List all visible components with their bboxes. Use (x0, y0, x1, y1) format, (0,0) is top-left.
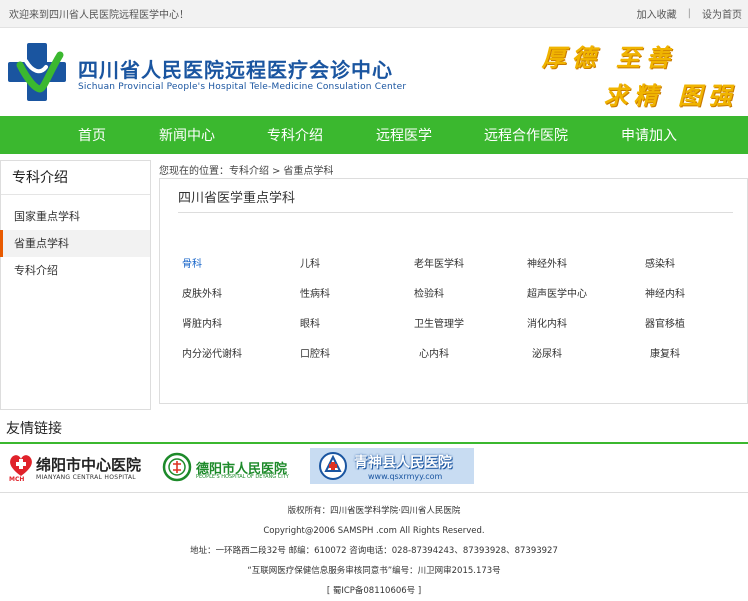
dept-link[interactable]: 老年医学科 (414, 255, 464, 270)
friend-link-deyang[interactable]: 德阳市人民医院 PEOPLE'S HOSPITAL OF DEYANG CITY (162, 450, 292, 486)
dept-link[interactable]: 心内科 (419, 345, 449, 360)
top-link-separator: | (687, 8, 691, 19)
site-title-en: Sichuan Provincial People's Hospital Tel… (78, 82, 407, 92)
mianyang-mark: MCH (9, 476, 25, 483)
dept-link[interactable]: 皮肤外科 (182, 285, 222, 300)
dept-link[interactable]: 消化内科 (527, 315, 567, 330)
dept-link[interactable]: 眼科 (300, 315, 320, 330)
footer-icp[interactable]: [ 蜀ICP备08110606号 ] (0, 581, 748, 601)
nav-departments[interactable]: 专科介绍 (267, 125, 323, 145)
footer-address: 地址：一环路西二段32号 邮编：610072 咨询电话：028-87394243… (190, 546, 558, 556)
sidebar: 专科介绍 国家重点学科 省重点学科 专科介绍 (0, 160, 151, 410)
set-homepage-link[interactable]: 设为首页 (702, 6, 742, 21)
footer-copyright-en: Copyright@2006 SAMSPH .com All Rights Re… (263, 526, 485, 536)
hospital-logo-icon[interactable] (6, 41, 68, 103)
panel-title: 四川省医学重点学科 (178, 187, 733, 213)
site-header: 四川省人民医院远程医疗会诊中心 Sichuan Provincial Peopl… (0, 28, 748, 116)
top-bar: 欢迎来到四川省人民医院远程医学中心！ 加入收藏 | 设为首页 (0, 0, 748, 28)
slogan-line-2: 求精 图强 (603, 81, 738, 110)
breadcrumb-current: 省重点学科 (283, 166, 334, 177)
nav-partner-hospitals[interactable]: 远程合作医院 (484, 125, 568, 145)
breadcrumb-prefix: 您现在的位置： (159, 166, 229, 177)
friend-links-header: 友情链接 (0, 412, 748, 444)
friend-links: MCH 绵阳市中心医院 MIANYANG CENTRAL HOSPITAL 德阳… (0, 446, 748, 488)
qingshen-hospital-name: 青神县人民医院 (354, 455, 452, 471)
nav-telemedicine[interactable]: 远程医学 (376, 125, 432, 145)
top-links: 加入收藏 | 设为首页 (637, 6, 742, 21)
friend-link-mianyang[interactable]: MCH 绵阳市中心医院 MIANYANG CENTRAL HOSPITAL (8, 450, 158, 486)
breadcrumb: 您现在的位置：专科介绍 > 省重点学科 (159, 162, 333, 177)
friend-links-label: 友情链接 (6, 421, 62, 437)
site-title-cn: 四川省人民医院远程医疗会诊中心 (78, 58, 393, 82)
nav-home[interactable]: 首页 (78, 125, 106, 145)
footer-copyright-cn: 版权所有：四川省医学科学院·四川省人民医院 (287, 506, 461, 516)
dept-link[interactable]: 检验科 (414, 285, 444, 300)
dept-link[interactable]: 肾脏内科 (182, 315, 222, 330)
dept-link[interactable]: 口腔科 (300, 345, 330, 360)
main-content: 专科介绍 国家重点学科 省重点学科 专科介绍 您现在的位置：专科介绍 > 省重点学科… (0, 154, 748, 410)
friend-link-qingshen[interactable]: 青神县人民医院 www.qsxrmyy.com (310, 448, 474, 484)
welcome-text: 欢迎来到四川省人民医院远程医学中心！ (9, 10, 189, 21)
deyang-hospital-logo-icon (162, 452, 192, 482)
main-nav: 首页 新闻中心 专科介绍 远程医学 远程合作医院 申请加入 (0, 116, 748, 154)
dept-link[interactable]: 儿科 (300, 255, 320, 270)
slogan-line-1: 厚德 至善 (541, 43, 676, 72)
mianyang-hospital-sub: MIANYANG CENTRAL HOSPITAL (36, 474, 136, 481)
nav-news[interactable]: 新闻中心 (159, 125, 215, 145)
breadcrumb-arrow: > (272, 166, 281, 177)
dept-link[interactable]: 神经内科 (645, 285, 685, 300)
site-footer: 版权所有：四川省医学科学院·四川省人民医院 Copyright@2006 SAM… (0, 492, 748, 600)
dept-link[interactable]: 内分泌代谢科 (182, 345, 242, 360)
dept-link[interactable]: 神经外科 (527, 255, 567, 270)
dept-link[interactable]: 性病科 (300, 285, 330, 300)
add-favorite-link[interactable]: 加入收藏 (637, 6, 677, 21)
qingshen-hospital-url: www.qsxrmyy.com (368, 472, 443, 481)
sidebar-item-departments[interactable]: 专科介绍 (0, 257, 150, 284)
nav-apply-join[interactable]: 申请加入 (621, 125, 677, 145)
sidebar-title: 专科介绍 (1, 161, 150, 195)
dept-link[interactable]: 康复科 (650, 345, 680, 360)
deyang-hospital-sub: PEOPLE'S HOSPITAL OF DEYANG CITY (196, 474, 289, 480)
breadcrumb-departments[interactable]: 专科介绍 (229, 166, 269, 177)
dept-link[interactable]: 泌尿科 (532, 345, 562, 360)
footer-license: “互联网医疗保健信息服务审核同意书”编号：川卫网审2015.173号 (247, 566, 501, 576)
sidebar-item-provincial-key[interactable]: 省重点学科 (0, 230, 150, 257)
dept-link[interactable]: 超声医学中心 (527, 285, 587, 300)
qingshen-hospital-logo-icon (319, 452, 347, 480)
dept-link[interactable]: 骨科 (182, 255, 202, 270)
sidebar-item-national-key[interactable]: 国家重点学科 (0, 203, 150, 230)
dept-link[interactable]: 器官移植 (645, 315, 685, 330)
dept-link[interactable]: 感染科 (645, 255, 675, 270)
mianyang-hospital-name: 绵阳市中心医院 (36, 456, 142, 474)
dept-link[interactable]: 卫生管理学 (414, 315, 464, 330)
department-panel: 四川省医学重点学科 骨科 儿科 老年医学科 神经外科 感染科 皮肤外科 性病科 … (159, 178, 748, 404)
